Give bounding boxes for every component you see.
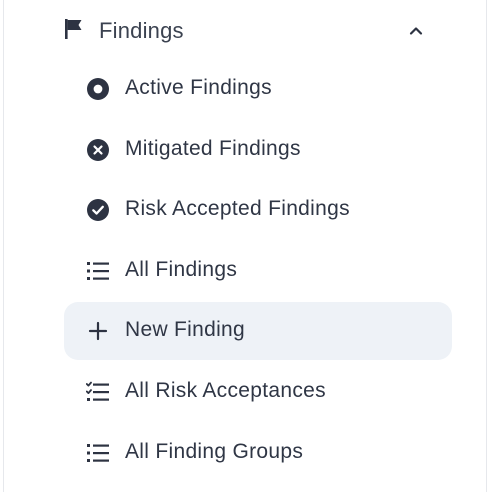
list-icon [86,259,110,283]
flag-icon [63,18,85,40]
section-title: Findings [99,18,184,43]
circle-dot-icon [86,77,110,101]
nav-item-label: All Findings [125,258,238,281]
nav-item-label: All Finding Groups [125,440,304,463]
nav-item-new-finding[interactable]: New Finding [64,302,452,360]
nav-item-label: All Risk Acceptances [125,379,326,402]
circle-check-icon [86,198,110,222]
plus-icon [86,319,110,343]
nav-item-all-risk-acceptances[interactable]: All Risk Acceptances [64,363,452,421]
nav-item-risk-accepted-findings[interactable]: Risk Accepted Findings [64,181,452,239]
circle-x-icon [86,138,110,162]
nav-item-label: Risk Accepted Findings [125,197,350,220]
nav-item-label: Active Findings [125,76,272,99]
nav-item-label: New Finding [125,318,246,341]
page: Findings Active Findings Mitigated Findi… [0,0,492,492]
nav-item-active-findings[interactable]: Active Findings [64,60,452,118]
nav-item-label: Mitigated Findings [125,137,301,160]
chevron-up-icon[interactable] [407,22,425,40]
nav-item-mitigated-findings[interactable]: Mitigated Findings [64,121,452,179]
nav-item-all-findings[interactable]: All Findings [64,242,452,300]
list-icon [86,441,110,465]
sidebar-panel: Findings Active Findings Mitigated Findi… [3,0,487,492]
nav-item-all-finding-groups[interactable]: All Finding Groups [64,424,452,482]
checklist-icon [86,380,110,404]
findings-section-header[interactable]: Findings [59,10,439,50]
